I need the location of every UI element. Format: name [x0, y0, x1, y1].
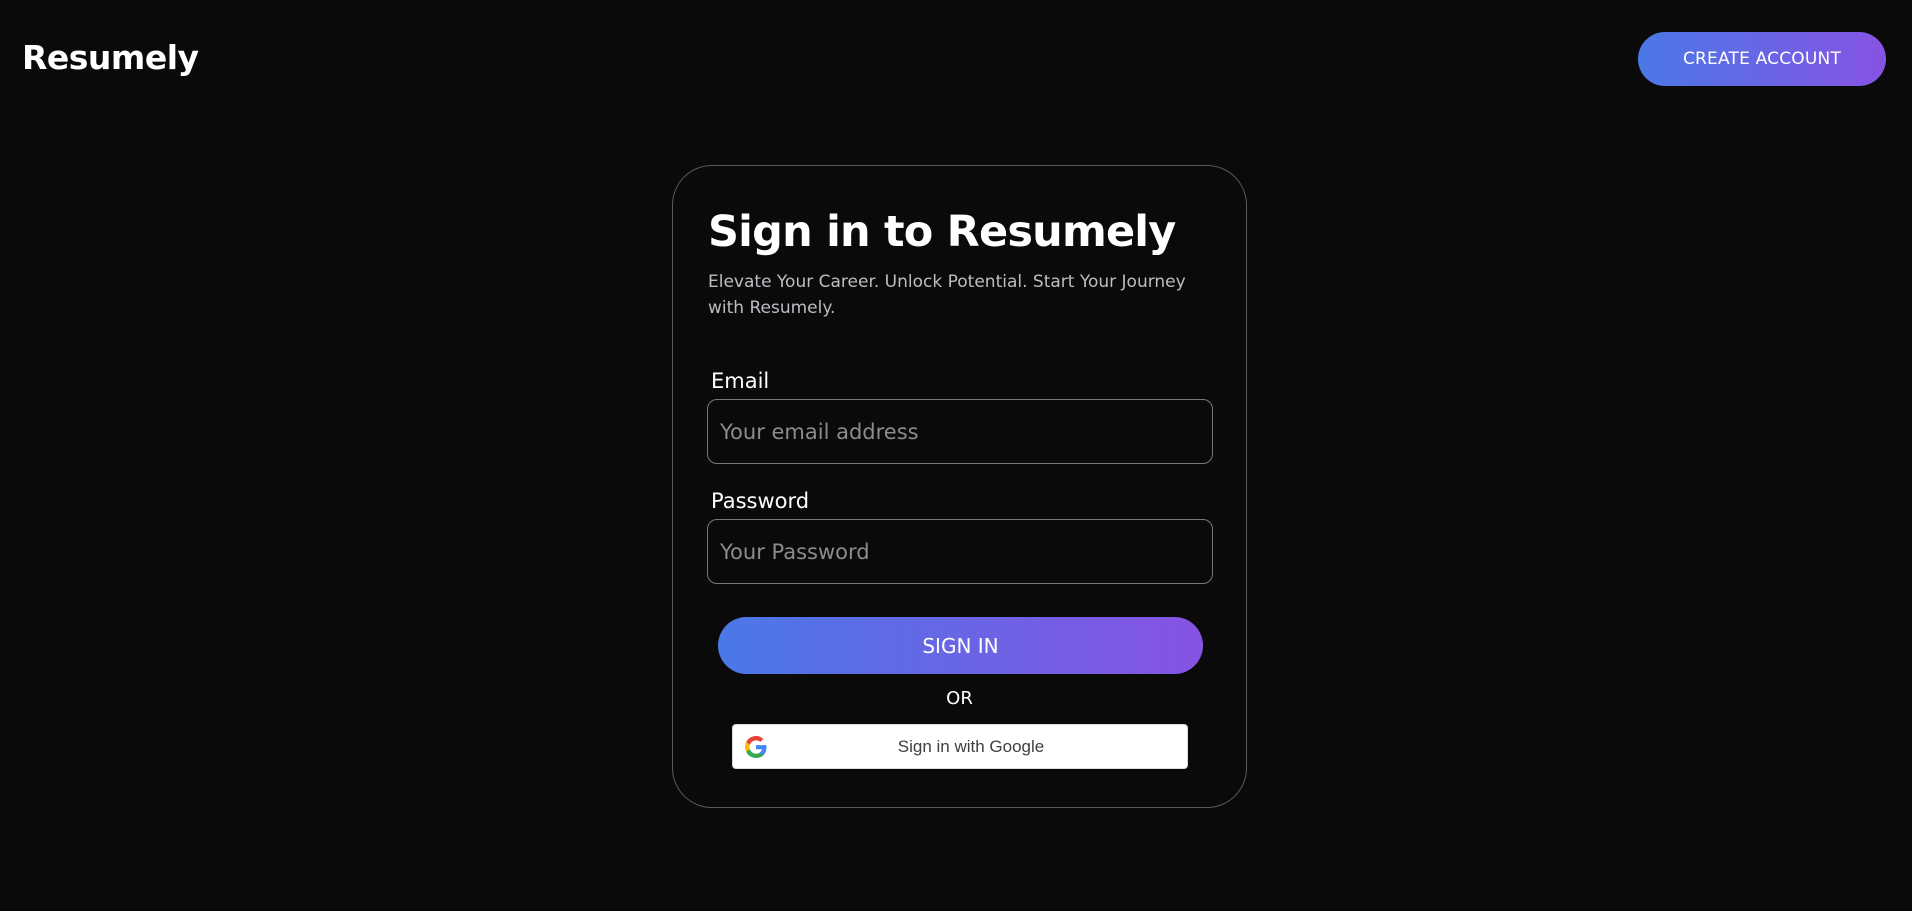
page-title: Sign in to Resumely: [708, 207, 1176, 257]
or-divider: OR: [946, 688, 973, 709]
signin-card: Sign in to Resumely Elevate Your Career.…: [672, 165, 1247, 808]
google-sign-in-label: Sign in with Google: [897, 736, 1045, 756]
logo[interactable]: Resumely: [22, 36, 199, 80]
email-field[interactable]: [707, 399, 1213, 464]
password-label: Password: [711, 489, 810, 513]
password-field[interactable]: [707, 519, 1213, 584]
email-label: Email: [711, 369, 770, 393]
sign-in-button[interactable]: SIGN IN: [718, 617, 1203, 674]
create-account-button[interactable]: CREATE ACCOUNT: [1638, 32, 1886, 86]
google-g-icon: [745, 736, 767, 758]
google-sign-in-button[interactable]: Sign in with Google: [732, 724, 1188, 769]
page-subtitle: Elevate Your Career. Unlock Potential. S…: [708, 272, 1186, 318]
